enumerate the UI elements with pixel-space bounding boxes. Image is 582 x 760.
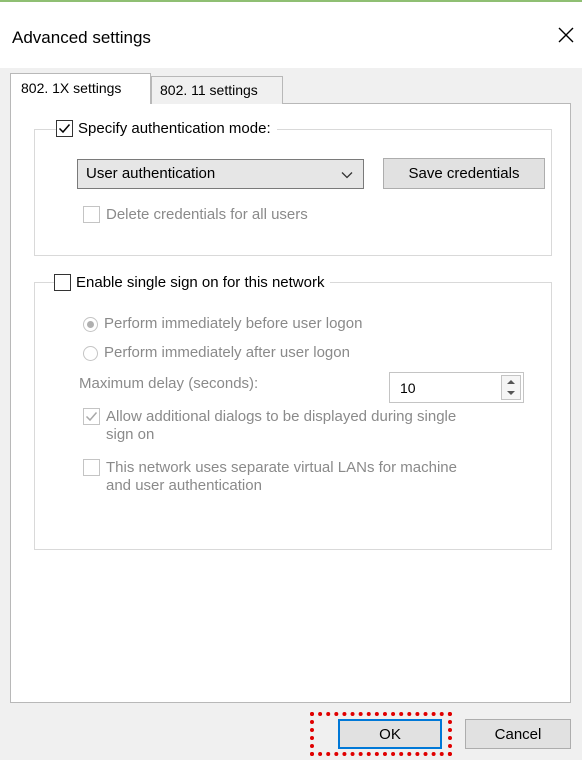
checkmark-icon (85, 412, 98, 422)
allow-dialogs-label: Allow additional dialogs to be displayed… (106, 408, 456, 444)
max-delay-label-row: Maximum delay (seconds): (79, 375, 258, 392)
checkbox-box[interactable] (56, 120, 73, 137)
separate-vlans-line2: and user authentication (106, 477, 262, 494)
tab-80211-settings[interactable]: 802. 11 settings (151, 76, 283, 104)
radio-button[interactable] (83, 317, 98, 332)
close-icon (558, 27, 574, 43)
max-delay-label: Maximum delay (seconds): (79, 375, 259, 392)
separate-vlans-line1: This network uses separate virtual LANs … (106, 459, 457, 476)
spinner-arrows[interactable] (501, 375, 521, 400)
checkbox-box[interactable] (83, 459, 100, 476)
spin-down-icon (507, 391, 515, 395)
enable-sso-label: Enable single sign on for this network (76, 274, 325, 291)
cancel-button[interactable]: Cancel (465, 719, 571, 749)
chevron-down-icon (341, 172, 353, 179)
auth-mode-group (34, 129, 552, 256)
checkbox-box[interactable] (54, 274, 71, 291)
auth-mode-dropdown[interactable]: User authentication (77, 159, 364, 189)
separate-vlans-checkbox[interactable]: This network uses separate virtual LANs … (83, 459, 457, 495)
radio-after-logon[interactable]: Perform immediately after user logon (83, 344, 350, 361)
checkmark-icon (58, 124, 71, 134)
radio-button[interactable] (83, 346, 98, 361)
separate-vlans-label: This network uses separate virtual LANs … (106, 459, 457, 495)
tab-8021x-settings[interactable]: 802. 1X settings (10, 73, 151, 104)
checkbox-box[interactable] (83, 206, 100, 223)
window-title: Advanced settings (12, 28, 151, 47)
close-button[interactable] (551, 20, 581, 50)
max-delay-spinner[interactable]: 10 (389, 372, 524, 403)
delete-credentials-label: Delete credentials for all users (106, 206, 308, 223)
radio-after-logon-label: Perform immediately after user logon (104, 344, 350, 361)
save-credentials-button[interactable]: Save credentials (383, 158, 545, 189)
allow-dialogs-line2: sign on (106, 426, 155, 443)
auth-mode-value: User authentication (86, 165, 216, 182)
tab-label: 802. 11 settings (160, 82, 258, 98)
radio-selected-dot (87, 321, 94, 328)
max-delay-value: 10 (400, 380, 416, 396)
enable-sso-checkbox[interactable]: Enable single sign on for this network (54, 274, 331, 291)
specify-auth-mode-checkbox[interactable]: Specify authentication mode: (56, 120, 277, 137)
allow-dialogs-line1: Allow additional dialogs to be displayed… (106, 408, 457, 425)
allow-dialogs-checkbox[interactable]: Allow additional dialogs to be displayed… (83, 408, 456, 444)
save-credentials-label: Save credentials (408, 165, 520, 182)
checkbox-box[interactable] (83, 408, 100, 425)
title-bar: Advanced settings (0, 2, 582, 68)
radio-before-logon-label: Perform immediately before user logon (104, 315, 363, 332)
tab-panel: Specify authentication mode: User authen… (10, 103, 571, 703)
tab-label: 802. 1X settings (21, 80, 122, 96)
specify-auth-mode-label: Specify authentication mode: (78, 120, 271, 137)
cancel-label: Cancel (494, 725, 542, 743)
radio-before-logon[interactable]: Perform immediately before user logon (83, 315, 362, 332)
spin-up-icon (507, 380, 515, 384)
delete-credentials-checkbox[interactable]: Delete credentials for all users (83, 206, 308, 223)
ok-label: OK (379, 725, 401, 743)
ok-button[interactable]: OK (338, 719, 442, 749)
dialog-window: Advanced settings 802. 1X settings 802. … (0, 0, 582, 760)
